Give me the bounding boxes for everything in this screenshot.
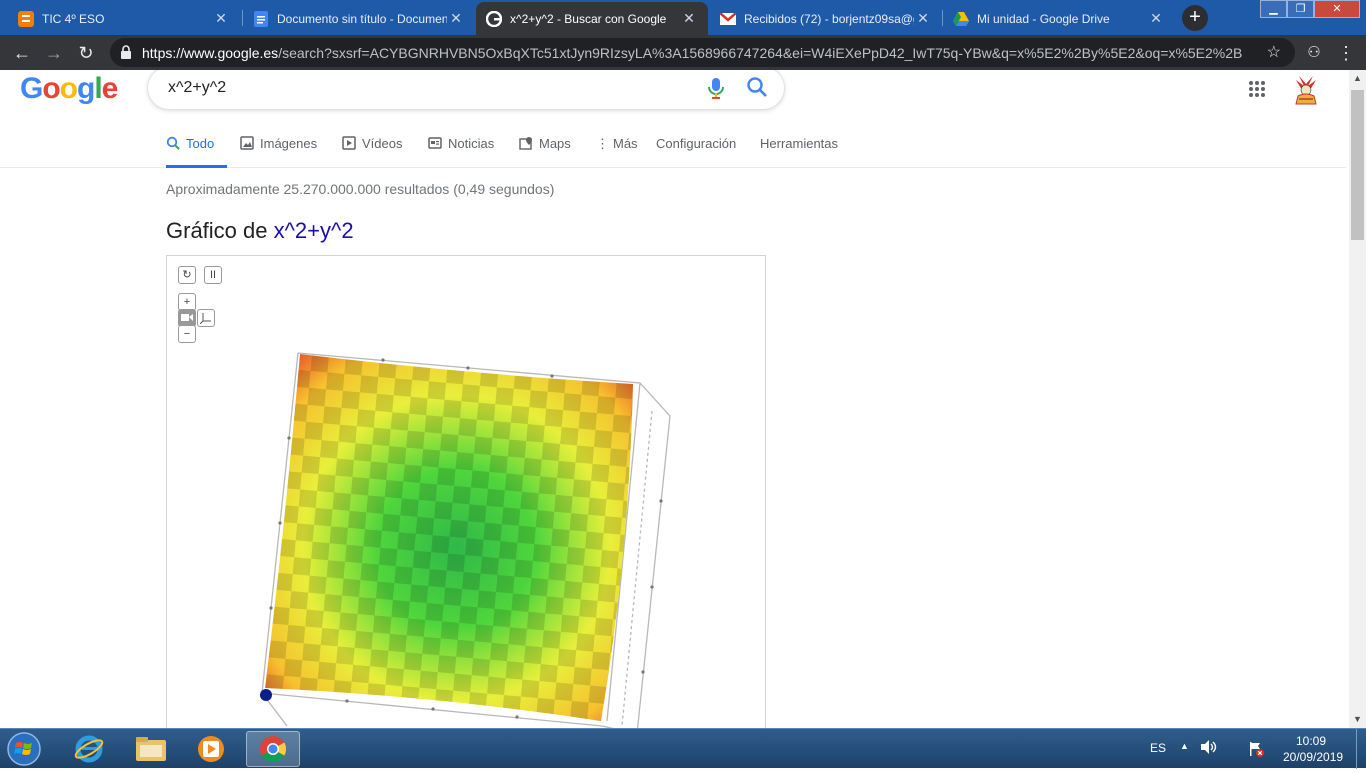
google-logo[interactable]: Google	[20, 72, 118, 106]
search-input[interactable]: x^2+y^2	[168, 79, 226, 97]
docs-icon	[253, 10, 269, 27]
surface-checker	[265, 354, 633, 721]
url-text[interactable]: https://www.google.es/search?sxsrf=ACYBG…	[142, 45, 1242, 61]
tab-title: TIC 4º ESO	[42, 11, 105, 26]
apps-grid-icon[interactable]	[1248, 80, 1266, 103]
tab-videos[interactable]: Vídeos	[342, 136, 402, 168]
axes-icon[interactable]	[197, 309, 215, 327]
tab-news[interactable]: Noticias	[428, 136, 494, 168]
system-tray: ES ▲ 10:09 20/09/2019	[1140, 729, 1366, 769]
minimize-button[interactable]: ▁	[1260, 0, 1287, 18]
tab-more[interactable]: ⋮ Más	[596, 136, 638, 168]
back-arrow-icon[interactable]: ←	[10, 41, 34, 65]
drag-point[interactable]	[260, 689, 272, 701]
search-box[interactable]: x^2+y^2	[147, 70, 785, 110]
tab-tools[interactable]: Herramientas	[760, 136, 838, 168]
maximize-button[interactable]: ❐	[1287, 0, 1314, 18]
close-icon[interactable]: ✕	[914, 10, 932, 27]
tab-tic[interactable]: TIC 4º ESO ✕	[8, 2, 240, 35]
window-controls: ▁ ❐ ✕	[1260, 0, 1360, 18]
tab-title: Documento sin título - Documentos	[277, 11, 447, 26]
image-icon	[240, 136, 254, 153]
tab-title: x^2+y^2 - Buscar con Google	[510, 11, 667, 26]
tab-settings[interactable]: Configuración	[656, 136, 736, 168]
more-dots-icon: ⋮	[596, 136, 609, 151]
clock-time[interactable]: 10:09	[1296, 734, 1326, 748]
tab-images[interactable]: Imágenes	[240, 136, 317, 168]
scroll-up-arrow-icon[interactable]: ▲	[1349, 70, 1366, 87]
tab-title: Mi unidad - Google Drive	[977, 11, 1110, 26]
close-icon[interactable]: ✕	[447, 10, 465, 27]
pause-button[interactable]: II	[204, 266, 222, 284]
volume-icon[interactable]	[1200, 739, 1218, 758]
map-pin-icon	[519, 136, 533, 153]
result-stats: Aproximadamente 25.270.000.000 resultado…	[166, 181, 555, 197]
reset-view-button[interactable]: ↻	[178, 266, 196, 284]
bookmark-star-icon[interactable]: ☆	[1267, 42, 1281, 62]
media-player-icon[interactable]	[184, 731, 238, 767]
action-center-flag-icon[interactable]	[1248, 741, 1264, 760]
blogger-icon	[18, 10, 34, 27]
scroll-down-arrow-icon[interactable]: ▼	[1349, 711, 1366, 728]
search-results-page: Google x^2+y^2 Todo Imágenes Vídeos Noti…	[0, 70, 1366, 728]
reload-icon[interactable]: ↻	[74, 41, 98, 65]
internet-explorer-icon[interactable]	[62, 731, 116, 767]
lock-icon[interactable]	[120, 45, 132, 64]
clock-date[interactable]: 20/09/2019	[1283, 750, 1343, 764]
browser-toolbar: ← → ↻ https://www.google.es/search?sxsrf…	[0, 35, 1366, 70]
tab-google-search[interactable]: x^2+y^2 - Buscar con Google ✕	[476, 2, 708, 35]
gmail-icon	[720, 11, 736, 27]
new-tab-button[interactable]: +	[1182, 5, 1208, 31]
avatar[interactable]	[1290, 74, 1322, 106]
tray-overflow-arrow-icon[interactable]: ▲	[1180, 741, 1189, 751]
file-explorer-icon[interactable]	[124, 731, 178, 767]
start-button[interactable]	[4, 730, 44, 768]
drive-icon	[953, 11, 969, 27]
address-bar[interactable]: https://www.google.es/search?sxsrf=ACYBG…	[110, 38, 1295, 67]
forward-arrow-icon[interactable]: →	[42, 41, 66, 65]
menu-dots-icon[interactable]: ⋮	[1334, 41, 1358, 65]
windows-taskbar: ES ▲ 10:09 20/09/2019	[0, 728, 1366, 769]
show-desktop-button[interactable]	[1356, 729, 1366, 769]
tab-strip: TIC 4º ESO ✕ Documento sin título - Docu…	[0, 0, 1366, 35]
extension-icon[interactable]: ⚇	[1302, 41, 1326, 65]
graph-3d-widget[interactable]: ↻ II + −	[166, 255, 766, 728]
tab-maps[interactable]: Maps	[519, 136, 571, 168]
search-icon	[166, 136, 180, 153]
page-scrollbar[interactable]: ▲ ▼	[1349, 70, 1366, 728]
graph-expression-link[interactable]: x^2+y^2	[274, 218, 354, 243]
search-nav-tabs: Todo Imágenes Vídeos Noticias Maps ⋮ Más…	[0, 128, 1346, 168]
graph-title: Gráfico de x^2+y^2	[166, 218, 354, 243]
tab-drive[interactable]: Mi unidad - Google Drive ✕	[943, 2, 1175, 35]
news-icon	[428, 136, 442, 153]
language-indicator[interactable]: ES	[1150, 741, 1166, 755]
tab-title: Recibidos (72) - borjentz09sa@gmail.com	[744, 11, 914, 26]
close-icon[interactable]: ✕	[212, 10, 230, 27]
tab-docs[interactable]: Documento sin título - Documentos ✕	[243, 2, 475, 35]
close-icon[interactable]: ✕	[1147, 10, 1165, 27]
close-icon[interactable]: ✕	[680, 10, 698, 27]
google-icon	[486, 10, 502, 27]
close-window-button[interactable]: ✕	[1314, 0, 1360, 18]
chrome-icon[interactable]	[246, 731, 300, 767]
scroll-thumb[interactable]	[1351, 90, 1364, 240]
play-icon	[342, 136, 356, 153]
search-icon[interactable]	[746, 76, 768, 103]
microphone-icon[interactable]	[708, 76, 724, 105]
surface-plot[interactable]	[167, 256, 767, 728]
tab-all[interactable]: Todo	[166, 136, 227, 168]
zoom-out-button[interactable]: −	[178, 325, 196, 343]
tab-gmail[interactable]: Recibidos (72) - borjentz09sa@gmail.com …	[710, 2, 942, 35]
